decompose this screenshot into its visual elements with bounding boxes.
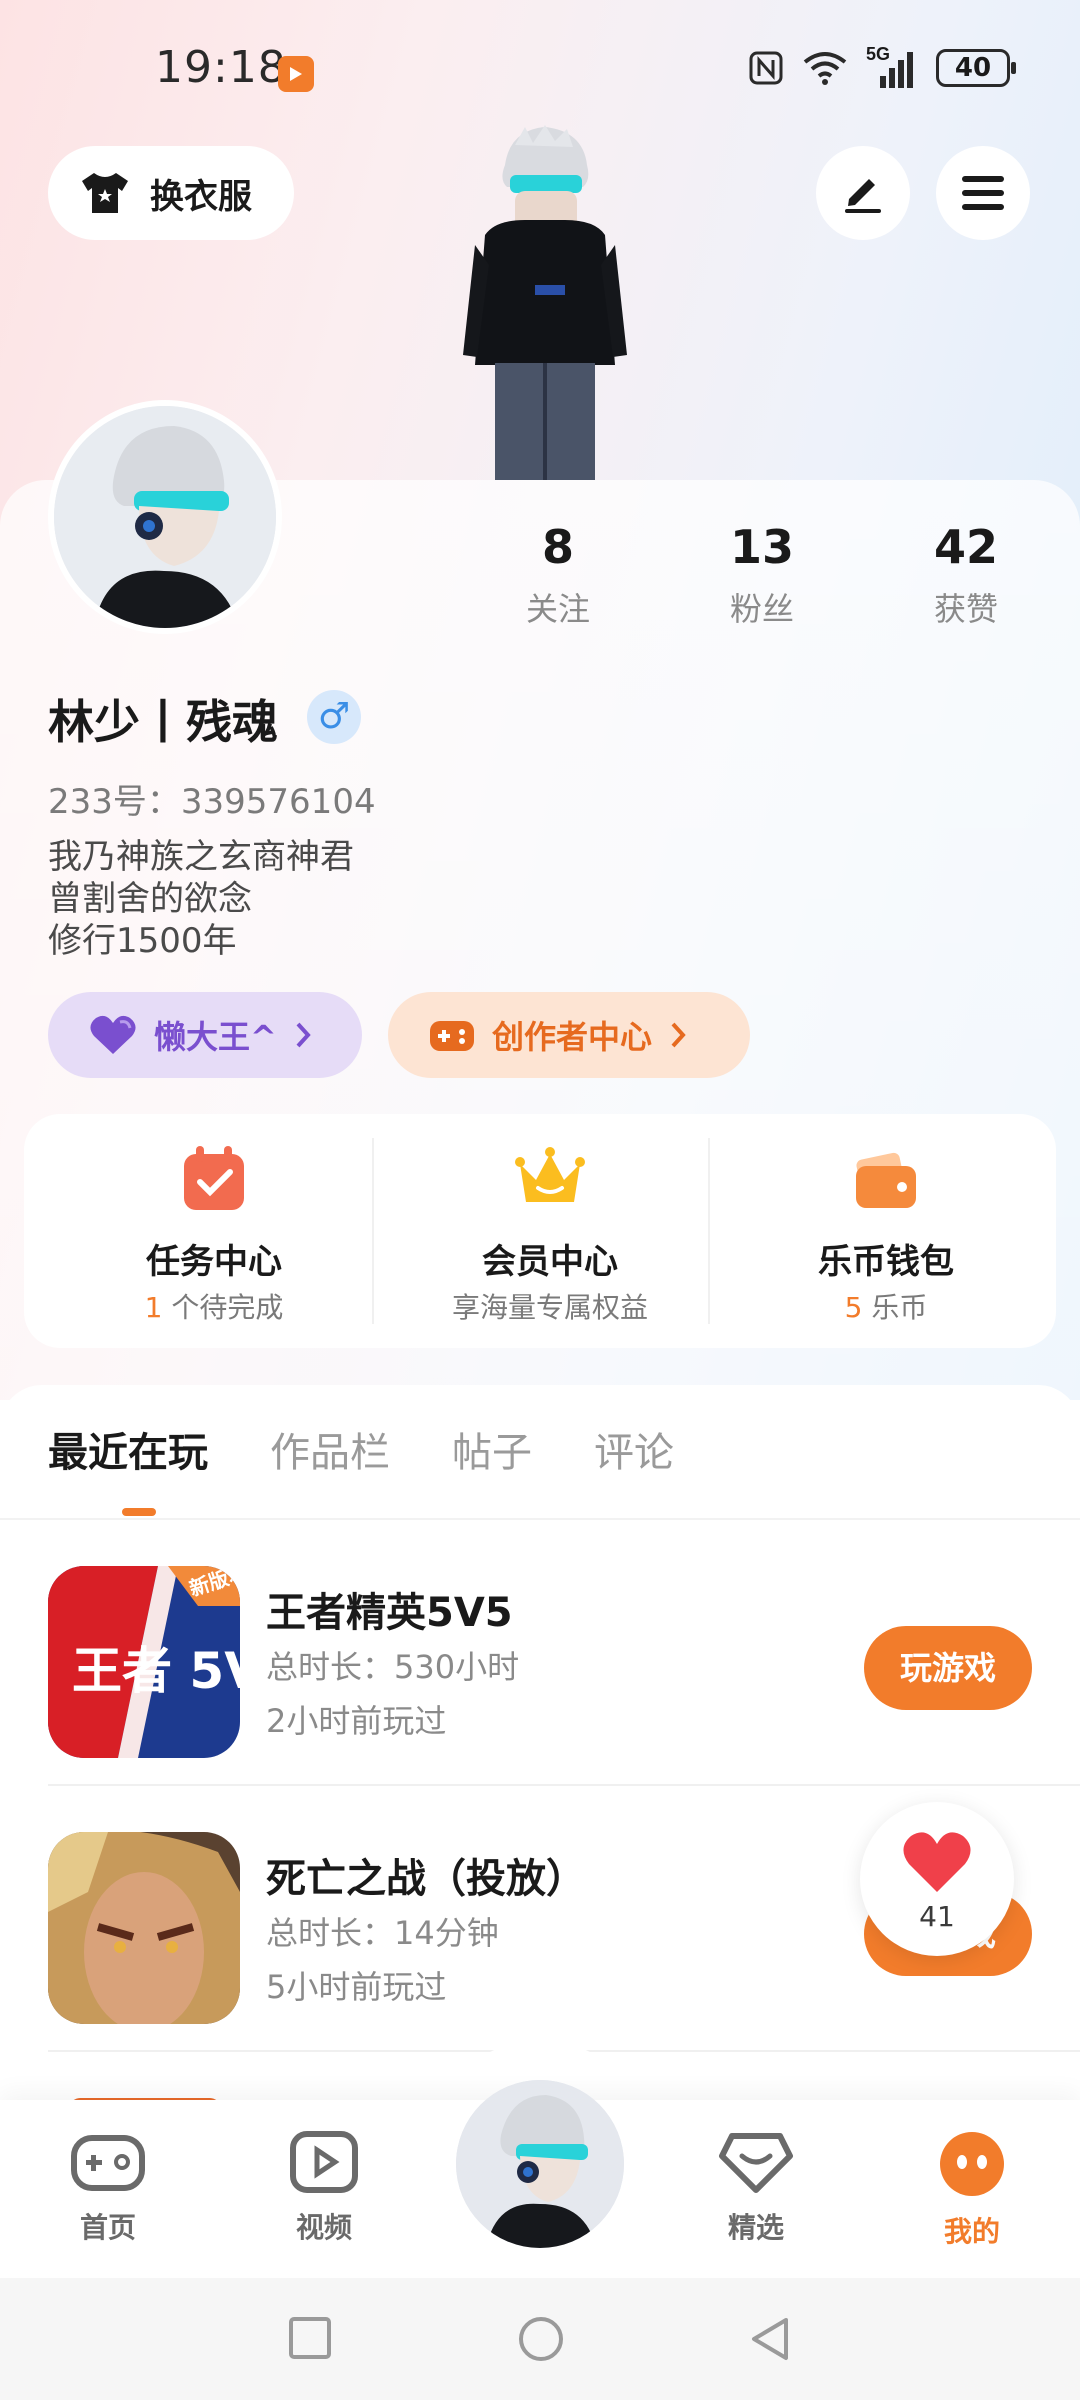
game-name: 王者精英5V5 bbox=[266, 1590, 513, 1636]
lazy-king-label: 懒大王^ bbox=[154, 1018, 277, 1056]
wallet-item[interactable]: 乐币钱包 5 乐币 bbox=[736, 1114, 1036, 1348]
stat-following-label: 关注 bbox=[525, 590, 590, 628]
chevron-right-icon bbox=[671, 1022, 686, 1048]
nav-video[interactable]: 视频 bbox=[264, 2130, 384, 2246]
change-outfit-button[interactable]: 换衣服 bbox=[48, 146, 294, 240]
username: 林少丨残魂 bbox=[48, 695, 278, 749]
pending-suffix: 个待完成 bbox=[162, 1291, 284, 1324]
tab-comments[interactable]: 评论 bbox=[594, 1420, 674, 1478]
nav-home-label: 首页 bbox=[79, 2211, 136, 2244]
app-notification-icon bbox=[278, 56, 314, 92]
calendar-check-icon bbox=[184, 1146, 244, 1210]
heart-icon bbox=[903, 1832, 971, 1892]
wallet-title: 乐币钱包 bbox=[818, 1242, 954, 1282]
game-duration: 总时长：14分钟 bbox=[266, 1914, 499, 1952]
heart-icon bbox=[90, 1015, 136, 1054]
status-icons: 5G 40 bbox=[748, 44, 1016, 88]
male-gender-icon: ♂ bbox=[307, 690, 361, 744]
like-count: 41 bbox=[919, 1900, 955, 1933]
nfc-icon bbox=[749, 51, 783, 85]
game-icon-text: 王者 5V5 bbox=[72, 1642, 240, 1700]
crown-icon bbox=[515, 1147, 585, 1202]
stat-followers-value: 13 bbox=[729, 520, 794, 574]
nav-center-avatar[interactable] bbox=[456, 2080, 624, 2248]
coin-count: 5 bbox=[844, 1291, 863, 1324]
home-circle-icon[interactable] bbox=[518, 2316, 564, 2362]
divider bbox=[708, 1138, 710, 1324]
vip-center-title: 会员中心 bbox=[482, 1242, 618, 1282]
chevron-right-icon bbox=[296, 1022, 311, 1048]
nav-home[interactable]: 首页 bbox=[48, 2130, 168, 2246]
tshirt-icon bbox=[82, 173, 128, 213]
task-center-subtitle: 1 个待完成 bbox=[64, 1286, 364, 1326]
gamepad-icon bbox=[71, 2135, 145, 2191]
lazy-king-badge-button[interactable]: 懒大王^ bbox=[48, 992, 362, 1078]
active-tab-indicator bbox=[122, 1508, 156, 1516]
edit-pen-icon bbox=[845, 179, 881, 213]
game-name: 死亡之战（投放） bbox=[266, 1856, 586, 1902]
vip-center-subtitle: 享海量专属权益 bbox=[451, 1291, 648, 1324]
creator-center-button[interactable]: 创作者中心 bbox=[388, 992, 750, 1078]
nav-video-label: 视频 bbox=[295, 2211, 352, 2244]
bio-line: 我乃神族之玄商神君 bbox=[48, 837, 354, 877]
stat-likes-label: 获赞 bbox=[933, 590, 998, 628]
game-duration: 总时长：530小时 bbox=[266, 1648, 520, 1686]
menu-icon bbox=[962, 176, 1004, 210]
stat-followers-label: 粉丝 bbox=[729, 590, 794, 628]
profile-tabs: 最近在玩 作品栏 帖子 评论 bbox=[48, 1420, 674, 1478]
game-last-played: 2小时前玩过 bbox=[266, 1702, 447, 1740]
stat-likes-value: 42 bbox=[933, 520, 998, 574]
tab-posts[interactable]: 帖子 bbox=[452, 1420, 532, 1478]
avatar-image bbox=[54, 406, 276, 628]
nav-me-label: 我的 bbox=[943, 2215, 1000, 2248]
battery-indicator: 40 bbox=[936, 49, 1016, 87]
edit-profile-button[interactable] bbox=[816, 146, 910, 240]
change-outfit-label: 换衣服 bbox=[150, 176, 252, 217]
wallet-icon bbox=[856, 1152, 916, 1208]
quick-access-card: 任务中心 1 个待完成 会员中心 享海量专属权益 乐币钱包 5 乐币 bbox=[24, 1114, 1056, 1348]
stat-followers[interactable]: 13 粉丝 bbox=[692, 520, 832, 630]
recent-apps-icon[interactable] bbox=[288, 2316, 332, 2360]
avatar-character-figure[interactable] bbox=[455, 125, 635, 480]
video-play-icon bbox=[290, 2131, 358, 2193]
tab-works[interactable]: 作品栏 bbox=[270, 1420, 390, 1478]
heart-tag-icon bbox=[719, 2133, 793, 2193]
game-icon: 新版本 王者 5V5 bbox=[48, 1566, 240, 1758]
play-game-button[interactable]: 玩游戏 bbox=[864, 1626, 1032, 1710]
network-type-label: 5G bbox=[866, 44, 891, 64]
floating-like-button[interactable]: 41 bbox=[860, 1802, 1014, 1956]
profile-face-icon bbox=[940, 2132, 1004, 2196]
stat-likes[interactable]: 42 获赞 bbox=[896, 520, 1036, 630]
status-time: 19:18 bbox=[155, 42, 287, 93]
task-center-item[interactable]: 任务中心 1 个待完成 bbox=[64, 1114, 364, 1348]
system-navigation-bar bbox=[0, 2278, 1080, 2400]
cellular-signal-icon: 5G bbox=[866, 44, 918, 88]
user-id[interactable]: 233号：339576104 bbox=[48, 774, 376, 823]
vip-center-item[interactable]: 会员中心 享海量专属权益 bbox=[400, 1114, 700, 1348]
pending-count: 1 bbox=[144, 1291, 163, 1324]
task-center-title: 任务中心 bbox=[146, 1242, 282, 1282]
gamepad-icon bbox=[430, 1021, 474, 1051]
coin-suffix: 乐币 bbox=[862, 1291, 928, 1324]
wallet-subtitle: 5 乐币 bbox=[736, 1286, 1036, 1326]
back-triangle-icon[interactable] bbox=[748, 2316, 792, 2362]
stat-following-value: 8 bbox=[541, 520, 574, 574]
creator-center-label: 创作者中心 bbox=[492, 1018, 653, 1056]
nav-featured-label: 精选 bbox=[727, 2211, 784, 2244]
bio-line: 曾割舍的欲念 bbox=[48, 879, 252, 919]
divider bbox=[372, 1138, 374, 1324]
stat-following[interactable]: 8 关注 bbox=[488, 520, 628, 630]
nav-me[interactable]: 我的 bbox=[912, 2130, 1032, 2250]
wifi-icon bbox=[803, 52, 847, 85]
menu-button[interactable] bbox=[936, 146, 1030, 240]
status-bar: 19:18 5G 40 bbox=[0, 0, 1080, 140]
list-item[interactable]: 新版本 王者 5V5 王者精英5V5 总时长：530小时 2小时前玩过 玩游戏 bbox=[48, 1520, 1080, 1786]
game-icon bbox=[48, 1832, 240, 2024]
game-last-played: 5小时前玩过 bbox=[266, 1968, 447, 2006]
tab-recently-played[interactable]: 最近在玩 bbox=[48, 1420, 208, 1478]
bio: 我乃神族之玄商神君 曾割舍的欲念 修行1500年 bbox=[48, 836, 354, 962]
profile-avatar[interactable] bbox=[48, 400, 282, 634]
bio-line: 修行1500年 bbox=[48, 921, 237, 961]
nav-featured[interactable]: 精选 bbox=[696, 2130, 816, 2246]
